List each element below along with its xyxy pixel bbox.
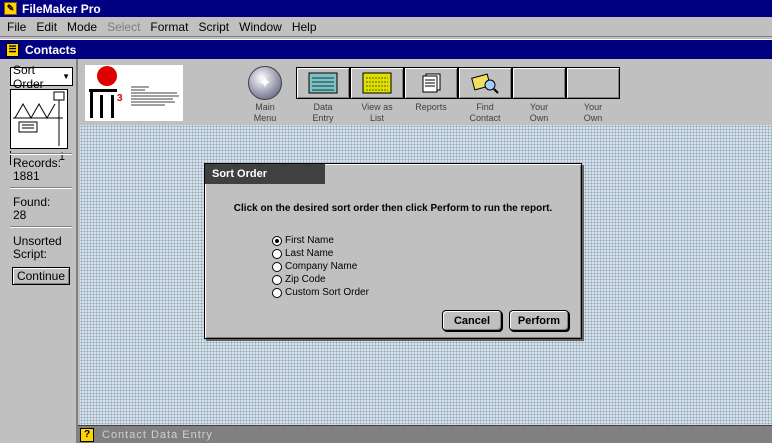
main-menu-label: Main Menu	[238, 102, 292, 124]
radio-custom-sort-order[interactable]: Custom Sort Order	[272, 286, 369, 299]
radio-label: Last Name	[285, 248, 334, 259]
view-as-list-label-line1: View as	[361, 102, 393, 112]
sort-order-dialog: Sort Order Click on the desired sort ord…	[204, 163, 582, 339]
menu-help[interactable]: Help	[287, 20, 322, 34]
logo-graphic: 3	[89, 66, 179, 118]
reports-button[interactable]	[404, 67, 458, 99]
document-title-bar: ☰ Contacts	[0, 39, 772, 59]
radio-button[interactable]	[272, 248, 282, 259]
status-area: Sort Order ▼ 1 Records: 1881 Found: 28 U…	[0, 59, 78, 443]
list-icon	[362, 72, 392, 94]
radio-button[interactable]	[272, 235, 282, 246]
svg-text:3: 3	[117, 93, 123, 104]
perform-button[interactable]: Perform	[509, 310, 569, 331]
cancel-button[interactable]: Cancel	[442, 310, 502, 331]
chevron-down-icon: ▼	[62, 72, 70, 81]
find-contact-label-line1: Find	[476, 102, 494, 112]
status-divider	[10, 153, 72, 155]
find-contact-label: Find Contact	[458, 102, 512, 124]
reports-icon	[422, 73, 441, 93]
your-own-label-2: Your Own	[566, 102, 620, 124]
form-icon	[308, 72, 338, 94]
find-contact-label-line2: Contact	[469, 113, 501, 123]
radio-last-name[interactable]: Last Name	[272, 247, 333, 260]
radio-label: First Name	[285, 235, 334, 246]
menu-file[interactable]: File	[2, 20, 31, 34]
radio-button[interactable]	[272, 261, 282, 272]
radio-button[interactable]	[272, 287, 282, 298]
document-icon[interactable]: ☰	[6, 42, 19, 57]
view-as-list-label-line2: List	[369, 113, 384, 123]
data-entry-label-line1: Data	[313, 102, 333, 112]
layout-menu-value: Sort Order	[13, 62, 44, 91]
data-entry-label-line2: Entry	[312, 113, 334, 123]
main-menu-label-line1: Main	[255, 102, 275, 112]
your-own-label-2-line1: Your	[583, 102, 603, 112]
layout-menu[interactable]: Sort Order ▼	[10, 63, 73, 91]
radio-label: Custom Sort Order	[285, 287, 369, 298]
menu-mode[interactable]: Mode	[62, 20, 102, 34]
radio-company-name[interactable]: Company Name	[272, 260, 357, 273]
filemaker-app-icon[interactable]: ✎	[4, 2, 17, 15]
reports-label: Reports	[404, 102, 458, 113]
view-as-list-label: View as List	[350, 102, 404, 124]
main-menu-label-line2: Menu	[253, 113, 277, 123]
your-own-label-1: Your Own	[512, 102, 566, 124]
help-icon[interactable]: ?	[80, 427, 94, 442]
book-pages-icon	[13, 91, 65, 146]
your-own-button-2[interactable]	[566, 67, 620, 99]
menu-select[interactable]: Select	[102, 20, 145, 34]
magnifier-icon	[471, 73, 499, 94]
dialog-instruction: Click on the desired sort order then cli…	[233, 203, 553, 214]
menu-window[interactable]: Window	[234, 20, 287, 34]
your-own-label-1-line2: Own	[529, 113, 549, 123]
compass-icon: ✦	[258, 75, 272, 92]
data-entry-button[interactable]	[296, 67, 350, 99]
your-own-button-1[interactable]	[512, 67, 566, 99]
app-title: FileMaker Pro	[22, 1, 101, 16]
find-contact-button[interactable]	[458, 67, 512, 99]
your-own-label-1-line1: Your	[529, 102, 549, 112]
radio-label: Company Name	[285, 261, 358, 272]
menu-format[interactable]: Format	[145, 20, 193, 34]
status-divider	[10, 187, 72, 189]
main-menu-button[interactable]: ✦	[248, 66, 282, 100]
menu-script[interactable]: Script	[193, 20, 234, 34]
dialog-title: Sort Order	[205, 164, 325, 184]
script-label: Script:	[13, 247, 48, 261]
records-value: 1881	[13, 169, 40, 183]
status-divider	[10, 226, 72, 228]
continue-button[interactable]: Continue	[12, 267, 70, 285]
radio-zip-code[interactable]: Zip Code	[272, 273, 326, 286]
menu-edit[interactable]: Edit	[31, 20, 62, 34]
app-title-bar: ✎ FileMaker Pro	[0, 0, 772, 17]
menu-bar: File Edit Mode Select Format Script Wind…	[0, 17, 772, 37]
book-icon[interactable]	[10, 89, 68, 149]
bottom-status-bar: ? Contact Data Entry	[78, 425, 772, 443]
radio-label: Zip Code	[285, 274, 326, 285]
company-logo: 3	[85, 65, 183, 121]
data-entry-label: Data Entry	[296, 102, 350, 124]
view-as-list-button[interactable]	[350, 67, 404, 99]
radio-first-name[interactable]: First Name	[272, 234, 334, 247]
found-value: 28	[13, 208, 27, 222]
radio-button[interactable]	[272, 274, 282, 285]
layout-header: 3 ✦ Main Menu Data Entry View as List Re…	[80, 59, 772, 125]
layout-name: Contact Data Entry	[102, 428, 213, 441]
reports-label-line1: Reports	[415, 102, 447, 112]
document-title: Contacts	[25, 42, 77, 57]
your-own-label-2-line2: Own	[583, 113, 603, 123]
